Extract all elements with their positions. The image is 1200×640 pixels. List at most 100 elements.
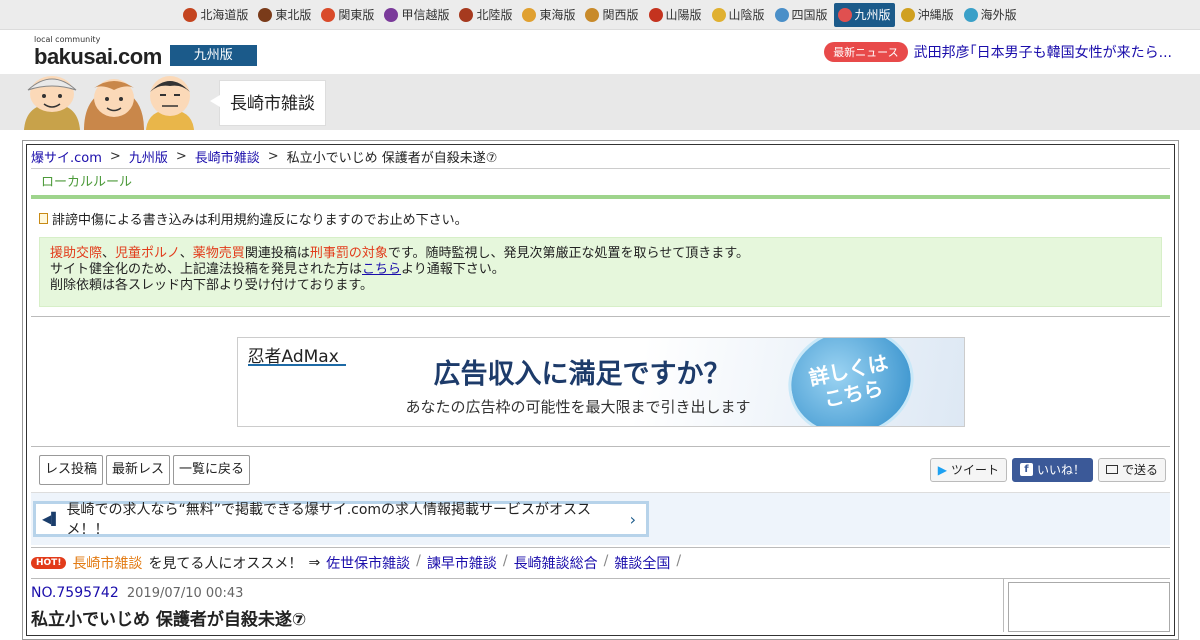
breadcrumb-edition[interactable]: 九州版 <box>129 147 168 166</box>
region-item[interactable]: 九州版 <box>833 2 895 27</box>
region-label: 東北版 <box>275 8 312 22</box>
recommend-slash: / <box>603 553 609 569</box>
chevron-right-icon: › <box>629 509 636 529</box>
warning-separator: 、 <box>179 246 193 261</box>
region-item[interactable]: 山陽版 <box>645 3 706 27</box>
mail-icon <box>1105 465 1118 474</box>
recommend-lead: を見てる人にオススメ！ <box>148 556 303 572</box>
breadcrumb-separator: > <box>175 149 187 164</box>
recommend-slash: / <box>502 553 508 569</box>
region-item[interactable]: 山陰版 <box>708 3 769 27</box>
local-rules-body: 誹謗中傷による書き込みは利用規約違反になりますのでお止め下さい。 援助交際、児童… <box>31 199 1170 317</box>
warning-term: 刑事罰の対象 <box>309 246 388 261</box>
news-badge: 最新ニュース <box>824 42 908 62</box>
region-item[interactable]: 四国版 <box>771 3 832 27</box>
region-label: 関東版 <box>338 8 375 22</box>
recommend-slash: / <box>416 553 421 569</box>
region-item[interactable]: 東海版 <box>518 3 579 27</box>
kansai-icon <box>585 7 600 22</box>
content-inner: 爆サイ.com > 九州版 > 長崎市雑談 > 私立小でいじめ 保護者が自殺未遂… <box>26 144 1175 636</box>
breadcrumb-home[interactable]: 爆サイ.com <box>31 147 102 166</box>
hot-badge: HOT! <box>31 557 67 569</box>
recommend-link[interactable]: 諫早市雑談 <box>427 553 497 573</box>
warning-box: 援助交際、児童ポルノ、薬物売買関連投稿は刑事罰の対象です。随時監視し、発見次第厳… <box>39 237 1162 307</box>
sanyo-icon <box>648 7 663 22</box>
koshinetsu-icon <box>384 7 399 22</box>
recommend-link[interactable]: 長崎雑談総合 <box>514 553 598 573</box>
warning-line-2: サイト健全化のため、上記違法投稿を発見された方はこちらより通報下さい。 <box>50 262 1151 278</box>
region-item[interactable]: 沖縄版 <box>897 3 958 27</box>
warning-term: 薬物売買 <box>192 246 245 261</box>
breadcrumb-separator: > <box>267 149 279 164</box>
warning-separator: 、 <box>102 246 116 261</box>
region-item[interactable]: 北陸版 <box>455 3 516 27</box>
thread-title: 私立小でいじめ 保護者が自殺未遂⑦ <box>31 610 307 630</box>
rules-note: 誹謗中傷による書き込みは利用規約違反になりますのでお止め下さい。 <box>39 209 1162 228</box>
recommend-link[interactable]: 佐世保市雑談 <box>326 553 410 573</box>
thread-actions: レス投稿 最新レス 一覧に戻る ▶ ツイート f いいね！ で送る <box>31 447 1170 493</box>
logo-sub: local community <box>34 35 101 44</box>
ad-area: 忍者AdMax 広告収入に満足ですか？ あなたの広告枠の可能性を最大限まで引き出… <box>31 317 1170 447</box>
logo-area: local community bakusai.com 九州版 <box>34 36 257 68</box>
hokuriku-icon <box>459 7 474 22</box>
region-label: 甲信越版 <box>401 8 450 22</box>
rules-note-text: 誹謗中傷による書き込みは利用規約違反になりますのでお止め下さい。 <box>52 213 468 228</box>
content-frame: 爆サイ.com > 九州版 > 長崎市雑談 > 私立小でいじめ 保護者が自殺未遂… <box>22 140 1179 640</box>
recommend-link[interactable]: 雑談全国 <box>614 553 670 573</box>
ad-brand-underline <box>247 363 346 366</box>
warning-term: 援助交際 <box>50 246 103 261</box>
facebook-icon: f <box>1019 463 1033 476</box>
warning-text: です。随時監視し、発見次第厳正な処置を取らせて頂きます。 <box>387 246 749 261</box>
news-headline-link[interactable]: 武田邦彦｢日本男子も韓国女性が来たら... <box>914 42 1172 62</box>
facebook-like-button[interactable]: f いいね！ <box>1011 457 1093 482</box>
report-link[interactable]: こちら <box>362 262 401 277</box>
hokkaido-icon <box>183 7 198 22</box>
warning-text: 関連投稿は <box>244 246 310 261</box>
job-promo-link[interactable]: ◀▌ 長崎での求人なら“無料”で掲載できる爆サイ.comの求人情報掲載サービスが… <box>33 501 649 538</box>
action-buttons: レス投稿 最新レス 一覧に戻る <box>39 454 251 485</box>
ad-banner[interactable]: 忍者AdMax 広告収入に満足ですか？ あなたの広告枠の可能性を最大限まで引き出… <box>236 336 965 427</box>
kyushu-icon <box>837 7 852 22</box>
ad-cta-button[interactable]: 詳しくは こちら <box>777 337 924 426</box>
ad-headline: 広告収入に満足ですか？ <box>433 358 731 390</box>
region-label: 海外版 <box>980 8 1017 22</box>
logo-main: bakusai.com <box>34 44 162 69</box>
recommend-slash: / <box>676 553 682 569</box>
latest-replies-button[interactable]: 最新レス <box>106 454 171 485</box>
thread-number[interactable]: NO.7595742 <box>31 585 119 601</box>
send-label: で送る <box>1121 462 1158 477</box>
recommend-board[interactable]: 長崎市雑談 <box>72 553 142 573</box>
thread-meta: NO.7595742 2019/07/10 00:43 <box>31 585 1003 601</box>
region-label: 山陰版 <box>728 8 765 22</box>
edition-badge[interactable]: 九州版 <box>169 45 257 66</box>
warning-text: サイト健全化のため、上記違法投稿を発見された方は <box>50 262 363 277</box>
region-item[interactable]: 海外版 <box>960 3 1021 27</box>
like-label: いいね！ <box>1036 462 1085 477</box>
share-buttons: ▶ ツイート f いいね！ で送る <box>929 457 1166 482</box>
breadcrumb-thread: 私立小でいじめ 保護者が自殺未遂⑦ <box>286 151 498 166</box>
tokai-icon <box>522 7 537 22</box>
thread-date: 2019/07/10 00:43 <box>126 586 244 601</box>
tweet-button[interactable]: ▶ ツイート <box>929 457 1007 482</box>
recommend-links: 佐世保市雑談 / 諫早市雑談 / 長崎雑談総合 / 雑談全国 / <box>326 553 681 573</box>
region-item[interactable]: 関西版 <box>581 3 642 27</box>
mascot-faces-icon <box>24 76 194 130</box>
breadcrumb: 爆サイ.com > 九州版 > 長崎市雑談 > 私立小でいじめ 保護者が自殺未遂… <box>31 145 1170 169</box>
region-item[interactable]: 甲信越版 <box>380 3 453 27</box>
back-to-list-button[interactable]: 一覧に戻る <box>173 454 251 485</box>
region-item[interactable]: 関東版 <box>317 3 378 27</box>
mail-send-button[interactable]: で送る <box>1097 457 1166 482</box>
site-logo[interactable]: local community bakusai.com <box>34 36 162 68</box>
warning-line-1: 援助交際、児童ポルノ、薬物売買関連投稿は刑事罰の対象です。随時監視し、発見次第厳… <box>50 246 1151 262</box>
region-item[interactable]: 北海道版 <box>179 3 252 27</box>
region-label: 山陽版 <box>665 8 702 22</box>
thread-main: NO.7595742 2019/07/10 00:43 私立小でいじめ 保護者が… <box>31 579 1004 632</box>
region-item[interactable]: 東北版 <box>254 3 315 27</box>
warning-line-3: 削除依頼は各スレッド内下部より受け付けております。 <box>50 278 374 293</box>
region-label: 九州版 <box>854 8 891 22</box>
thread-header: NO.7595742 2019/07/10 00:43 私立小でいじめ 保護者が… <box>31 579 1170 632</box>
breadcrumb-board[interactable]: 長崎市雑談 <box>195 147 260 166</box>
post-reply-button[interactable]: レス投稿 <box>39 454 104 485</box>
ad-subtext: あなたの広告枠の可能性を最大限まで引き出します <box>405 397 751 416</box>
megaphone-icon: ◀▌ <box>42 512 61 526</box>
